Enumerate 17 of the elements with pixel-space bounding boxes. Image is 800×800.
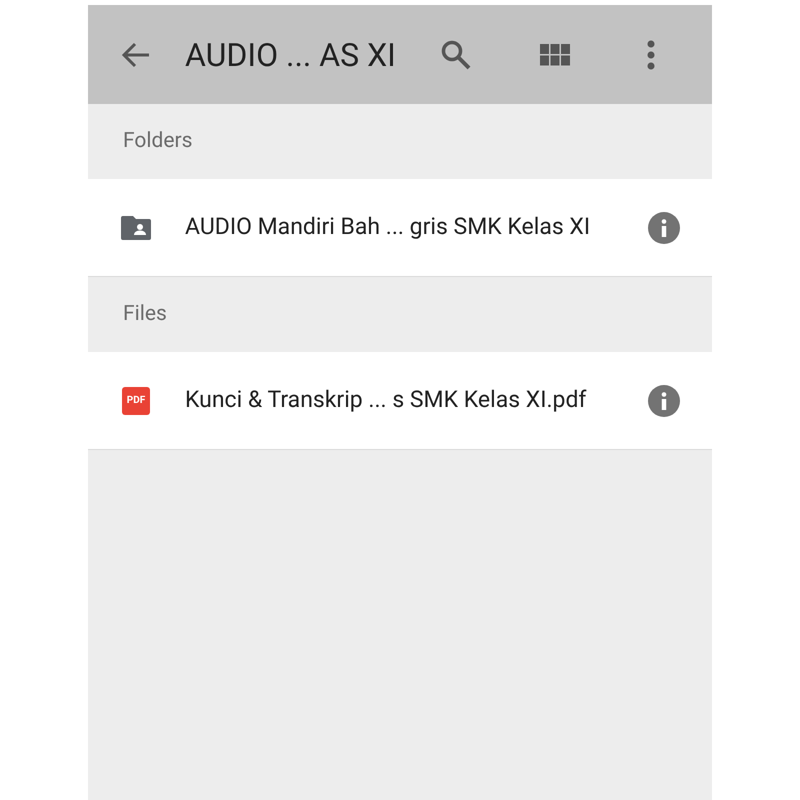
info-button[interactable]: [648, 384, 680, 416]
section-heading: Folders: [123, 128, 192, 155]
more-vert-icon: [646, 40, 655, 70]
item-name: Kunci & Transkrip ... s SMK Kelas XI.pdf: [185, 385, 588, 416]
pdf-icon: PDF: [122, 386, 150, 414]
search-icon: [440, 38, 472, 70]
back-arrow-icon: [121, 40, 151, 68]
info-icon: [661, 392, 667, 410]
folder-title: AUDIO ... AS XI: [185, 34, 396, 76]
section-heading: Files: [123, 300, 167, 328]
list-item[interactable]: AUDIO Mandiri Bah ... gris SMK Kelas XI: [88, 179, 712, 277]
grid-icon: [540, 44, 570, 66]
info-icon: [661, 218, 667, 236]
item-name: AUDIO Mandiri Bah ... gris SMK Kelas XI: [185, 212, 592, 242]
shared-folder-icon: [121, 216, 151, 240]
list-item[interactable]: PDF Kunci & Transkrip ... s SMK Kelas XI.pdf: [88, 352, 712, 450]
info-button[interactable]: [648, 212, 680, 244]
